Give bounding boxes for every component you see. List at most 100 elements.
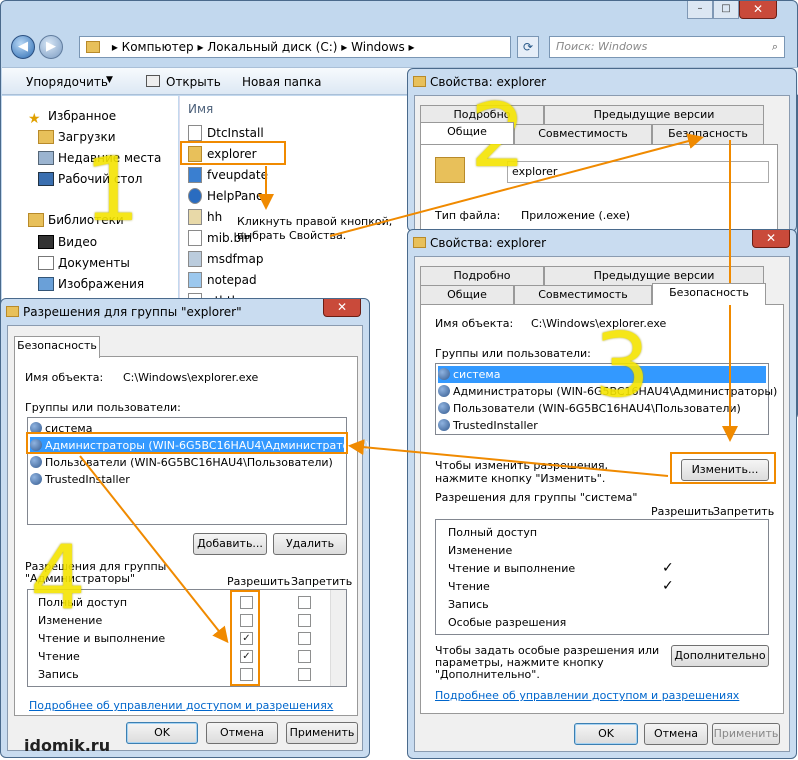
watermark: idomik.ru <box>24 736 111 755</box>
groups-label: Группы или пользователи: <box>25 401 181 414</box>
help-link[interactable]: Подробнее об управлении доступом и разре… <box>435 689 739 702</box>
file-icon <box>188 167 202 183</box>
desktop-icon <box>38 172 54 186</box>
perm-row: Чтение <box>38 650 80 663</box>
forward-button[interactable]: ▶ <box>39 35 63 59</box>
tab-security[interactable]: Безопасность <box>14 336 100 358</box>
tab-previous-versions[interactable]: Предыдущие версии <box>544 105 764 125</box>
apply-button[interactable]: Применить <box>712 723 780 745</box>
help-link[interactable]: Подробнее об управлении доступом и разре… <box>29 699 333 712</box>
scrollbar[interactable] <box>330 590 346 686</box>
back-button[interactable]: ◀ <box>11 35 35 59</box>
perm-row: Чтение и выполнение <box>448 562 576 575</box>
tab-general[interactable]: Общие <box>420 122 514 144</box>
allow-header: Разрешить <box>227 575 291 588</box>
object-name-label: Имя объекта: <box>25 371 104 384</box>
remove-button[interactable]: Удалить <box>273 533 347 555</box>
open-button[interactable]: Открыть <box>166 75 221 89</box>
list-item[interactable]: TrustedInstaller <box>438 417 538 434</box>
tab-details[interactable]: Подробно <box>420 266 544 286</box>
libraries-icon <box>28 213 44 227</box>
file-item[interactable]: DtcInstall <box>188 123 264 143</box>
minimize-button[interactable]: – <box>687 1 713 19</box>
groups-label: Группы или пользователи: <box>435 347 591 360</box>
ok-button[interactable]: OK <box>574 723 638 745</box>
deny-header: Запретить <box>291 575 353 588</box>
step-number-4: 4 <box>30 526 86 629</box>
check-icon: ✓ <box>662 578 674 594</box>
file-item[interactable]: notepad <box>188 270 257 290</box>
deny-checkbox[interactable] <box>298 596 311 609</box>
perm-row: Чтение и выполнение <box>38 632 166 645</box>
close-button[interactable]: ✕ <box>323 299 361 317</box>
cancel-button[interactable]: Отмена <box>644 723 708 745</box>
breadcrumb-disk[interactable]: Локальный диск (C:) <box>207 40 337 54</box>
folder-icon <box>6 306 19 317</box>
images-icon <box>38 277 54 291</box>
downloads-icon <box>38 130 54 144</box>
tab-compatibility[interactable]: Совместимость <box>514 124 652 144</box>
nav-favorites[interactable]: ★ Избранное <box>28 106 116 127</box>
perms-label: Разрешения для группы "система" <box>435 491 638 504</box>
file-item[interactable]: fveupdate <box>188 165 268 185</box>
breadcrumb-computer[interactable]: Компьютер <box>122 40 194 54</box>
documents-icon <box>38 256 54 270</box>
list-item[interactable]: TrustedInstaller <box>30 471 130 488</box>
add-button[interactable]: Добавить... <box>193 533 267 555</box>
tab-general[interactable]: Общие <box>420 285 514 305</box>
organize-button[interactable]: Упорядочить <box>26 75 108 89</box>
deny-checkbox[interactable] <box>298 668 311 681</box>
deny-checkbox[interactable] <box>298 650 311 663</box>
nav-images[interactable]: Изображения <box>38 274 144 294</box>
address-bar[interactable]: ▸ Компьютер ▸ Локальный диск (C:) ▸ Wind… <box>79 36 511 58</box>
explorer-highlight <box>180 141 286 165</box>
tab-security[interactable]: Безопасность <box>652 124 764 144</box>
breadcrumb-windows[interactable]: Windows <box>351 40 405 54</box>
tab-security[interactable]: Безопасность <box>652 283 766 305</box>
deny-header: Запретить <box>713 505 775 518</box>
perm-row: Запись <box>448 598 489 611</box>
file-item[interactable]: msdfmap <box>188 249 263 269</box>
tab-compatibility[interactable]: Совместимость <box>514 285 652 305</box>
search-input[interactable]: Поиск: Windows ⌕ <box>549 36 785 58</box>
admin-row-highlight <box>26 432 348 454</box>
advanced-button[interactable]: Дополнительно <box>671 645 769 667</box>
maximize-button[interactable]: □ <box>713 1 739 19</box>
ok-button[interactable]: OK <box>126 722 198 744</box>
list-item[interactable]: Пользователи (WIN-6G5BC16HAU4\Пользовате… <box>438 400 741 417</box>
folder-icon <box>413 237 426 248</box>
help-icon <box>188 209 202 225</box>
deny-checkbox[interactable] <box>298 614 311 627</box>
filename-field[interactable]: explorer <box>507 161 769 183</box>
change-button-highlight <box>670 452 776 484</box>
notepad-icon <box>188 272 202 288</box>
apply-button[interactable]: Применить <box>286 722 358 744</box>
file-item[interactable]: hh <box>188 207 222 227</box>
window-title: Свойства: explorer <box>408 69 796 95</box>
close-button[interactable]: ✕ <box>739 1 777 19</box>
new-folder-button[interactable]: Новая папка <box>242 75 321 89</box>
list-item[interactable]: Пользователи (WIN-6G5BC16HAU4\Пользовате… <box>30 454 333 471</box>
special-hint: Чтобы задать особые разрешения или парам… <box>435 644 660 681</box>
perm-row: Полный доступ <box>448 526 538 539</box>
recent-places-icon <box>38 151 54 165</box>
organize-arrow-icon: ▼ <box>106 75 113 85</box>
cancel-button[interactable]: Отмена <box>206 722 278 744</box>
folder-icon <box>413 76 426 87</box>
close-button[interactable]: ✕ <box>752 230 790 248</box>
star-icon: ★ <box>28 111 41 127</box>
search-icon: ⌕ <box>771 40 778 53</box>
callout-text: Кликнуть правой кнопкой, выбрать Свойств… <box>237 215 393 242</box>
refresh-icon[interactable]: ⟳ <box>517 36 539 58</box>
permissions-list: Полный доступ Изменение Чтение и выполне… <box>435 519 769 635</box>
file-item[interactable]: HelpPane <box>188 186 263 206</box>
deny-checkbox[interactable] <box>298 632 311 645</box>
user-group-icon <box>30 473 42 485</box>
nav-documents[interactable]: Документы <box>38 253 130 273</box>
column-header-name[interactable]: Имя <box>188 102 213 116</box>
step-number-1: 1 <box>84 138 140 241</box>
folder-icon <box>86 41 100 53</box>
check-icon: ✓ <box>662 560 674 576</box>
perm-row: Чтение <box>448 580 490 593</box>
step-number-3: 3 <box>594 314 650 417</box>
